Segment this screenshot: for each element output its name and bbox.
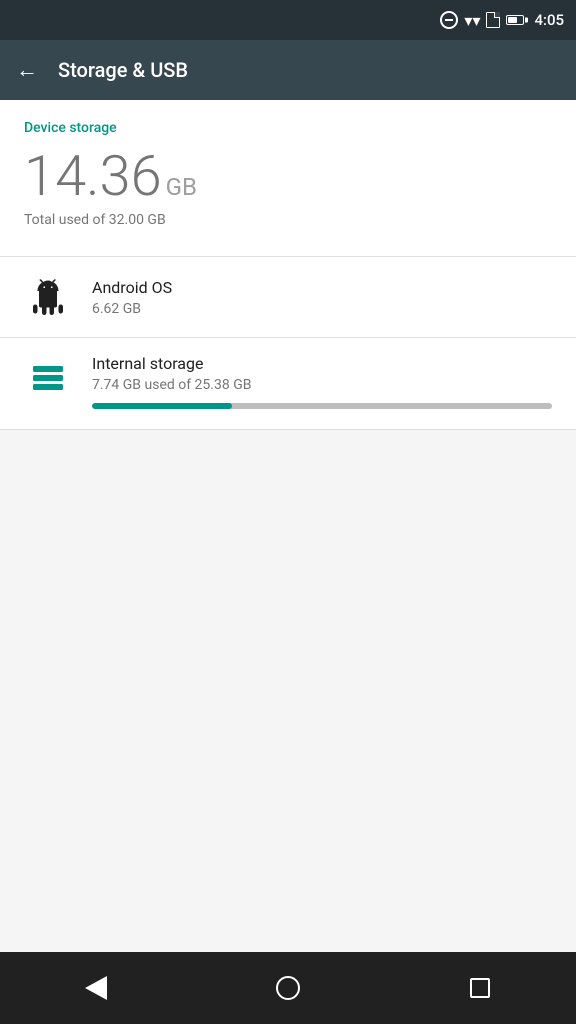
nav-back-button[interactable] <box>66 958 126 1018</box>
internal-storage-subtitle: 7.74 GB used of 25.38 GB <box>92 377 552 393</box>
nav-back-icon <box>85 976 107 1000</box>
android-os-item[interactable]: Android OS 6.62 GB <box>0 257 576 338</box>
nav-home-icon <box>276 976 300 1000</box>
storage-icon-container <box>24 354 72 402</box>
wifi-icon: ▾▾ <box>464 11 480 30</box>
internal-storage-item[interactable]: Internal storage 7.74 GB used of 25.38 G… <box>0 338 576 430</box>
internal-storage-icon <box>30 360 66 396</box>
android-icon-container <box>24 273 72 321</box>
back-button[interactable]: ← <box>16 57 38 83</box>
nav-recents-icon <box>470 978 490 998</box>
device-storage-label: Device storage <box>24 120 552 136</box>
do-not-disturb-icon <box>440 11 458 29</box>
storage-used-row: 14.36 GB <box>24 148 552 204</box>
app-bar-title: Storage & USB <box>58 58 188 82</box>
status-time: 4:05 <box>534 11 564 29</box>
nav-recents-button[interactable] <box>450 958 510 1018</box>
navigation-bar <box>0 952 576 1024</box>
status-bar: ▾▾ 4:05 <box>0 0 576 40</box>
android-os-text: Android OS 6.62 GB <box>92 278 172 317</box>
android-os-icon <box>30 279 66 315</box>
internal-storage-title: Internal storage <box>92 354 552 373</box>
device-storage-section: Device storage 14.36 GB Total used of 32… <box>0 100 576 256</box>
sim-icon <box>486 12 500 28</box>
internal-storage-progress-fill <box>92 403 232 409</box>
internal-storage-progress-bar <box>92 403 552 409</box>
storage-used-unit: GB <box>166 173 197 201</box>
storage-used-number: 14.36 <box>24 148 162 204</box>
android-os-subtitle: 6.62 GB <box>92 301 172 317</box>
status-icons: ▾▾ 4:05 <box>440 11 564 30</box>
nav-home-button[interactable] <box>258 958 318 1018</box>
app-bar: ← Storage & USB <box>0 40 576 100</box>
internal-storage-content: Internal storage 7.74 GB used of 25.38 G… <box>92 354 552 409</box>
content-area: Device storage 14.36 GB Total used of 32… <box>0 100 576 952</box>
battery-icon <box>506 15 524 25</box>
android-os-title: Android OS <box>92 278 172 297</box>
storage-total-text: Total used of 32.00 GB <box>24 212 552 228</box>
